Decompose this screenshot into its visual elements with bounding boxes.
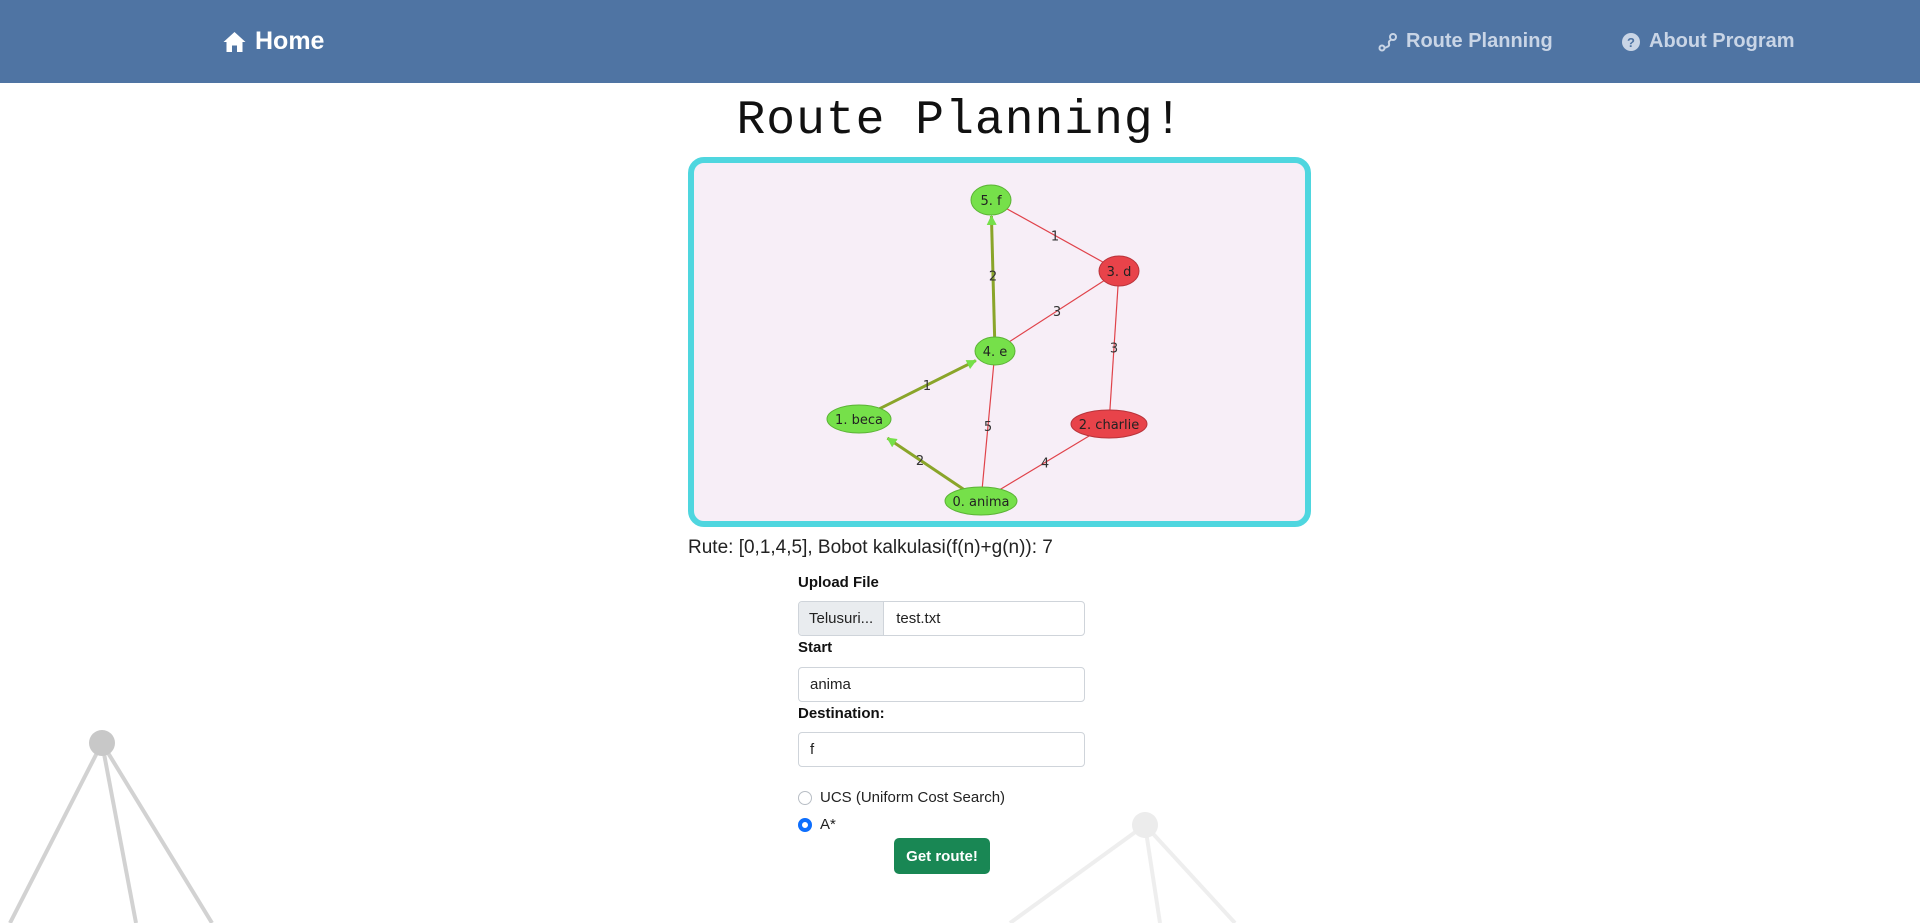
- home-icon: [223, 31, 246, 52]
- graph-node-label: 2. charlie: [1079, 418, 1139, 433]
- graph-edge-weight-label: 4: [1041, 457, 1049, 472]
- nav-home-link[interactable]: Home: [222, 0, 324, 83]
- top-navbar: Home Route Planning ? About Program: [0, 0, 1920, 83]
- graph-edge-weight-label: 1: [1051, 230, 1059, 245]
- graph-node-label: 3. d: [1107, 265, 1132, 280]
- graph-edge-weight-label: 2: [916, 454, 924, 469]
- file-upload-input[interactable]: Telusuri... test.txt: [798, 601, 1085, 636]
- nav-about-link[interactable]: ? About Program: [1621, 0, 1795, 83]
- nav-route-planning-label: Route Planning: [1406, 30, 1553, 52]
- graph-node-label: 1. beca: [835, 413, 883, 428]
- astar-radio-label: A*: [820, 816, 836, 833]
- question-circle-icon: ?: [1622, 32, 1640, 51]
- graph-edge-weight-label: 3: [1110, 342, 1118, 357]
- nav-route-planning-link[interactable]: Route Planning: [1378, 0, 1553, 83]
- start-label: Start: [798, 639, 833, 656]
- start-input[interactable]: [798, 667, 1085, 702]
- graph-node-label: 0. anima: [953, 495, 1010, 510]
- nav-home-label: Home: [255, 27, 325, 55]
- route-icon: [1378, 32, 1397, 51]
- page-title: Route Planning!: [736, 94, 1184, 148]
- destination-input[interactable]: [798, 732, 1085, 767]
- route-graph: 2 1 2 5 4 3 3 1 0. anima 1. beca 2. charlie 3. d 4. …: [826, 184, 1148, 516]
- ucs-radio-option[interactable]: UCS (Uniform Cost Search): [798, 789, 1005, 806]
- graph-edge-weight-label: 2: [989, 270, 997, 285]
- ucs-radio-label: UCS (Uniform Cost Search): [820, 789, 1006, 806]
- graph-node-label: 4. e: [983, 345, 1008, 360]
- selected-file-name: test.txt: [896, 610, 941, 627]
- astar-radio-option[interactable]: A*: [798, 816, 836, 833]
- route-graph-panel: 2 1 2 5 4 3 3 1 0. anima 1. beca 2. charlie 3. d 4. …: [688, 157, 1311, 527]
- destination-label: Destination:: [798, 705, 885, 722]
- graph-node-label: 5. f: [980, 194, 1002, 209]
- browse-button[interactable]: Telusuri...: [799, 602, 885, 635]
- graph-edge-weight-label: 3: [1053, 305, 1061, 320]
- graph-edge-weight-label: 5: [984, 420, 992, 435]
- get-route-button[interactable]: Get route!: [894, 838, 990, 874]
- svg-text:?: ?: [1627, 35, 1635, 50]
- route-result-text: Rute: [0,1,4,5], Bobot kalkulasi(f(n)+g(…: [688, 537, 1053, 558]
- nav-about-label: About Program: [1649, 30, 1795, 52]
- ucs-radio-button[interactable]: [798, 790, 812, 805]
- graph-edge-weight-label: 1: [923, 379, 931, 394]
- upload-file-label: Upload File: [798, 574, 879, 591]
- astar-radio-button[interactable]: [798, 817, 812, 832]
